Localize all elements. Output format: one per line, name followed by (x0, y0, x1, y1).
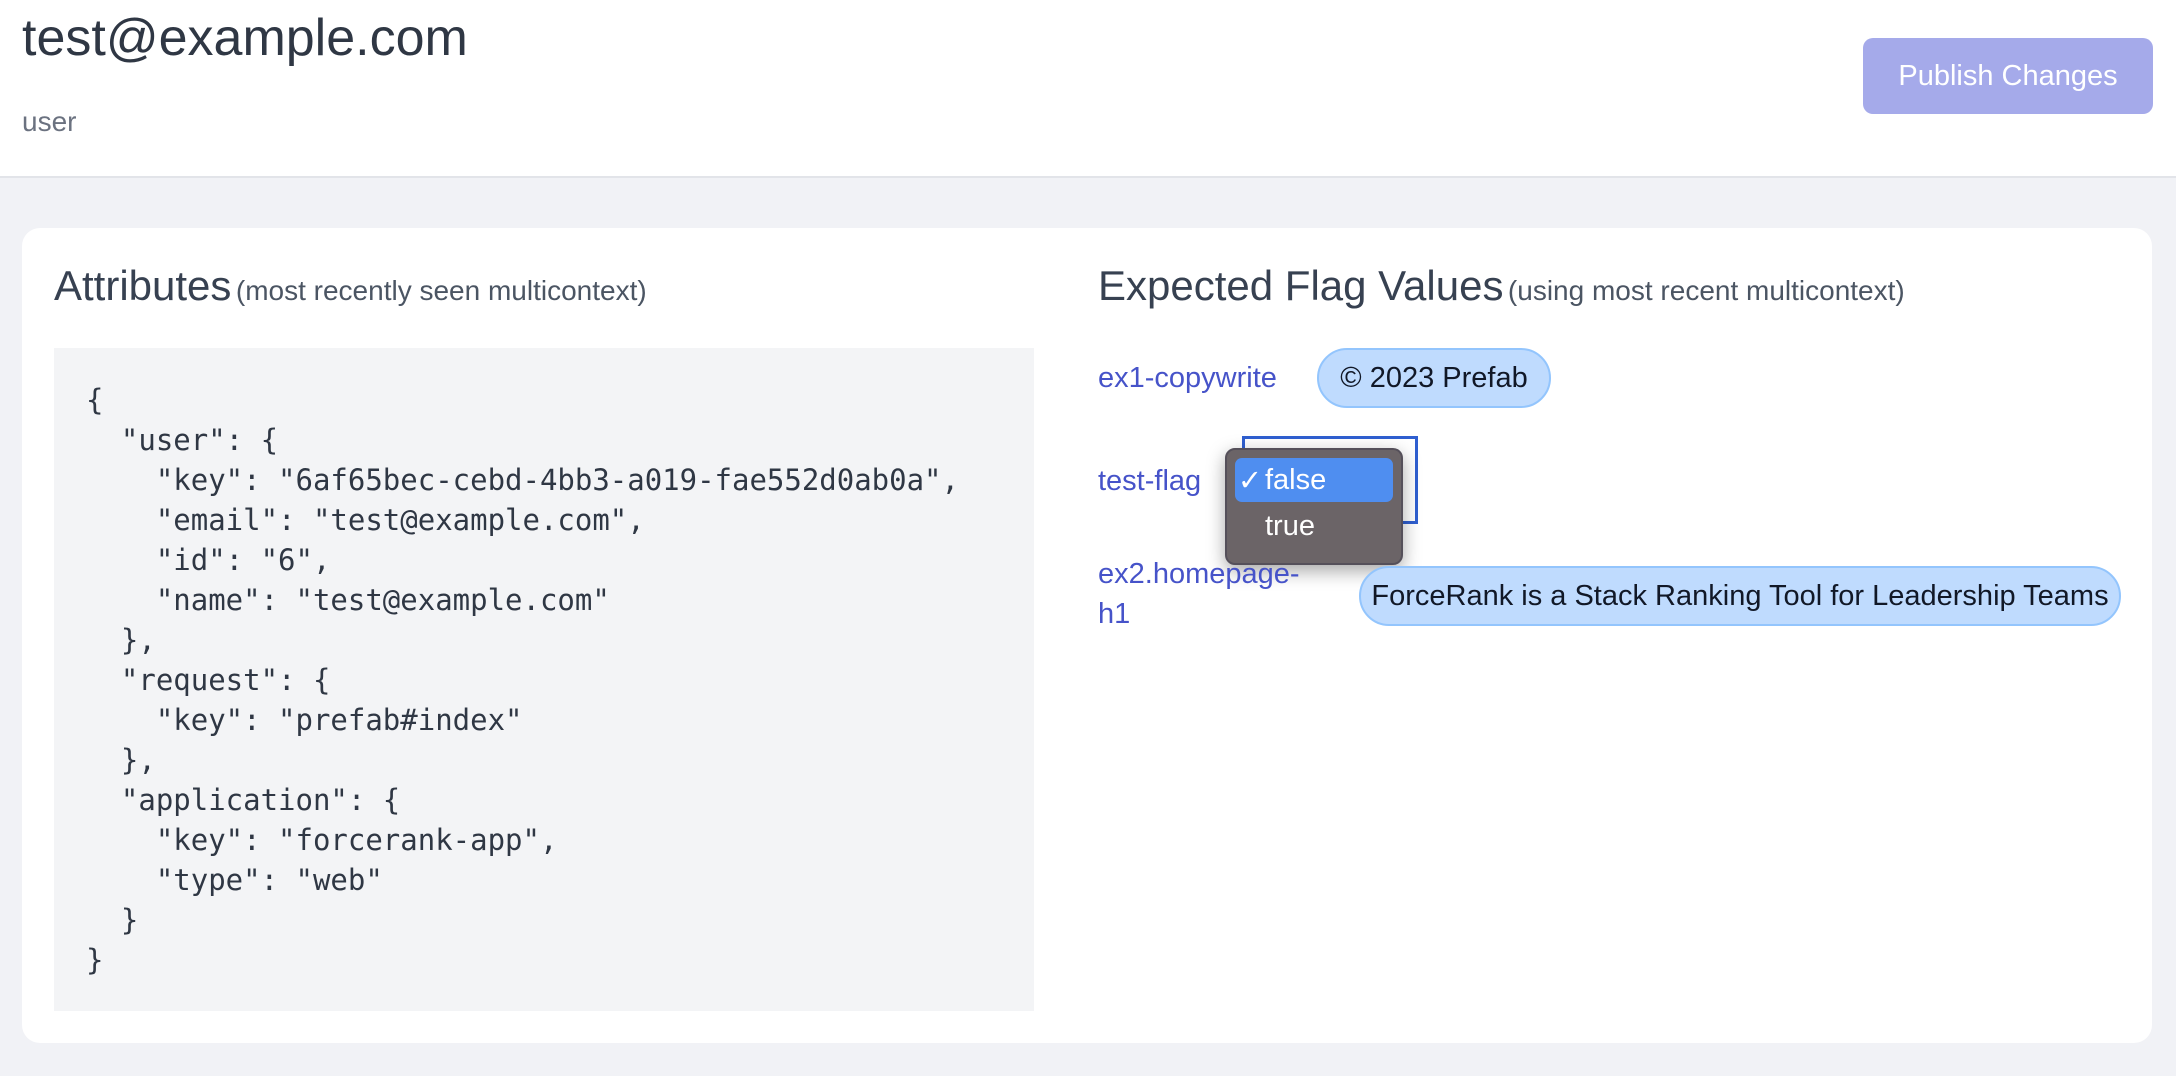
code-line: "email": "test@example.com", (86, 503, 645, 537)
code-line: "id": "6", (86, 543, 331, 577)
dropdown-option-false[interactable]: ✓ false (1235, 458, 1393, 502)
dropdown-option-true[interactable]: true (1235, 504, 1393, 548)
option-label: false (1265, 463, 1327, 496)
code-line: } (86, 903, 139, 937)
code-line: "key": "forcerank-app", (86, 823, 558, 857)
flag-key-test-flag[interactable]: test-flag (1098, 461, 1201, 501)
page-subtitle: user (22, 106, 77, 137)
flag-key-ex2-homepage-h1[interactable]: ex2.homepage- h1 (1098, 554, 1300, 634)
context-card: Attributes (most recently seen multicont… (22, 228, 2152, 1043)
code-line: "type": "web" (86, 863, 383, 897)
attributes-note: (most recently seen multicontext) (235, 275, 647, 306)
flags-note: (using most recent multicontext) (1507, 275, 1905, 306)
code-line: } (86, 943, 104, 977)
code-line: "name": "test@example.com" (86, 583, 610, 617)
flag-value-pill: ForceRank is a Stack Ranking Tool for Le… (1359, 566, 2121, 626)
code-line: "key": "prefab#index" (86, 703, 523, 737)
attributes-code-block: { "user": { "key": "6af65bec-cebd-4bb3-a… (54, 348, 1034, 1011)
code-line: "user": { (86, 423, 279, 457)
attributes-json: { "user": { "key": "6af65bec-cebd-4bb3-a… (86, 380, 959, 980)
flag-key-ex1-copywrite[interactable]: ex1-copywrite (1098, 358, 1277, 398)
flag-key-line: ex2.homepage- (1098, 558, 1300, 590)
flag-value-pill: © 2023 Prefab (1317, 348, 1551, 408)
attributes-heading: Attributes (most recently seen multicont… (54, 262, 647, 310)
code-line: "request": { (86, 663, 331, 697)
flag-key-line: h1 (1098, 598, 1131, 630)
flags-title: Expected Flag Values (1098, 262, 1504, 309)
code-line: }, (86, 743, 156, 777)
code-line: }, (86, 623, 156, 657)
publish-changes-button[interactable]: Publish Changes (1863, 38, 2153, 114)
attributes-title: Attributes (54, 262, 232, 309)
test-flag-dropdown-menu: ✓ false true (1225, 448, 1403, 565)
checkmark-icon: ✓ (1237, 464, 1263, 497)
option-label: true (1265, 509, 1315, 542)
code-line: { (86, 383, 104, 417)
flags-heading: Expected Flag Values (using most recent … (1098, 262, 1905, 310)
code-line: "application": { (86, 783, 401, 817)
page-header: test@example.com user Publish Changes (0, 0, 2176, 178)
page-title: test@example.com (22, 9, 468, 67)
code-line: "key": "6af65bec-cebd-4bb3-a019-fae552d0… (86, 463, 959, 497)
